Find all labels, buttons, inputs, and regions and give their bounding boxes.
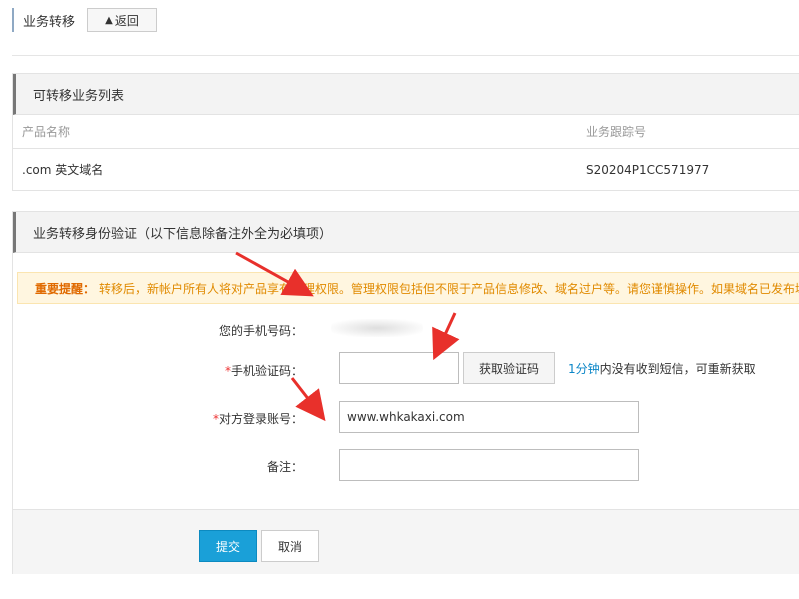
code-label: *手机验证码：: [224, 364, 303, 378]
phone-label: 您的手机号码：: [218, 324, 303, 338]
page-title: 业务转移: [23, 14, 76, 30]
account-label: *对方登录账号：: [212, 412, 303, 426]
column-header-product: 产品名称: [22, 125, 71, 139]
important-notice: 重要提醒： 转移后，新帐户所有人将对产品享有管理权限。管理权限包括但不限于产品信…: [17, 272, 799, 304]
submit-button[interactable]: 提交: [199, 530, 257, 562]
notice-text: 转移后，新帐户所有人将对产品享有管理权限。管理权限包括但不限于产品信息修改、域名…: [99, 281, 799, 296]
cell-product: .com 英文域名: [22, 163, 104, 177]
form-footer: 提交 取消: [13, 509, 799, 574]
divider: [12, 55, 799, 56]
remark-input[interactable]: [339, 449, 639, 481]
notice-label: 重要提醒：: [35, 281, 96, 296]
transferable-services-panel: 可转移业务列表 产品名称 业务跟踪号 .com 英文域名 S20204P1CC5…: [12, 73, 799, 191]
cancel-button[interactable]: 取消: [261, 530, 319, 562]
identity-verification-panel: 业务转移身份验证（以下信息除备注外全为必填项） 重要提醒： 转移后，新帐户所有人…: [12, 211, 799, 574]
panel-title: 业务转移身份验证（以下信息除备注外全为必填项）: [13, 212, 799, 253]
header-accent-bar: [12, 8, 14, 32]
get-code-button[interactable]: 获取验证码: [463, 352, 555, 384]
back-button[interactable]: ▲ 返回: [87, 8, 158, 32]
panel-title: 可转移业务列表: [13, 74, 799, 115]
target-account-input[interactable]: www.whkakaxi.com: [339, 401, 639, 433]
page-header: 业务转移 ▲ 返回: [12, 8, 158, 32]
cell-tracking-number: S20204P1CC571977: [586, 162, 710, 177]
column-header-tracking: 业务跟踪号: [586, 125, 647, 139]
arrow-up-icon: ▲: [105, 14, 113, 26]
redacted-phone-number: [331, 319, 423, 337]
remark-label: 备注：: [266, 460, 303, 474]
code-hint: 1分钟内没有收到短信，可重新获取: [568, 362, 756, 376]
table-row[interactable]: .com 英文域名 S20204P1CC571977: [13, 149, 799, 190]
back-button-label: 返回: [114, 13, 139, 28]
table-header: 产品名称 业务跟踪号: [13, 115, 799, 149]
verification-code-input[interactable]: [339, 352, 459, 384]
